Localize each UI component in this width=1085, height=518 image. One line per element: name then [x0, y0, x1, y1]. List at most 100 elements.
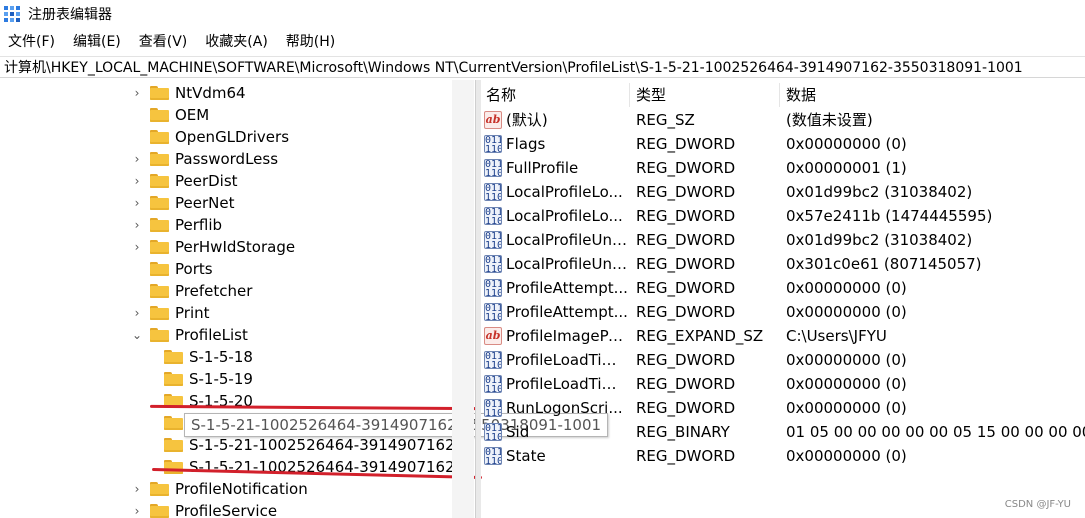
values-list: 名称 类型 数据 ab (默认) REG_SZ (数值未设置) 011 110 Flags…: [480, 80, 1085, 518]
binary-value-icon: 011 110: [484, 447, 502, 465]
value-row[interactable]: 011 110 ProfileLoadTim... REG_DWORD 0x000000…: [480, 348, 1085, 372]
key-tree: › NtVdm64 OEM OpenGLDrivers › PasswordLess…: [0, 80, 475, 518]
menu-file[interactable]: 文件(F): [0, 30, 64, 54]
list-header: 名称 类型 数据: [480, 83, 1085, 107]
tree-node[interactable]: › PeerNet: [130, 192, 235, 214]
expand-chevron-icon: [130, 126, 144, 148]
value-row[interactable]: ab (默认) REG_SZ (数值未设置): [480, 108, 1085, 132]
value-row[interactable]: 011 110 ProfileAttempt... REG_DWORD 0x000000…: [480, 276, 1085, 300]
value-row[interactable]: 011 110 FullProfile REG_DWORD 0x00000001 (1): [480, 156, 1085, 180]
folder-icon: [150, 130, 169, 144]
value-row[interactable]: 011 110 Sid REG_BINARY 01 05 00 00 00 00 00 …: [480, 420, 1085, 444]
binary-value-icon: 011 110: [484, 279, 502, 297]
value-row[interactable]: 011 110 ProfileAttempt... REG_DWORD 0x000000…: [480, 300, 1085, 324]
tree-node[interactable]: › PerHwIdStorage: [130, 236, 296, 258]
tree-node[interactable]: OEM: [130, 104, 209, 126]
column-header-type[interactable]: 类型: [630, 83, 780, 107]
tree-node-label: ProfileList: [175, 326, 248, 344]
tree-node[interactable]: › PasswordLess: [130, 148, 278, 170]
tree-node[interactable]: S-1-5-19: [164, 368, 253, 390]
column-header-name[interactable]: 名称: [480, 83, 630, 107]
menu-view[interactable]: 查看(V): [130, 30, 197, 54]
menu-favorites[interactable]: 收藏夹(A): [196, 30, 277, 54]
tree-node[interactable]: S-1-5-21-1002526464-3914907162-: [164, 434, 460, 456]
expand-chevron-icon[interactable]: ›: [130, 214, 144, 236]
expand-chevron-icon[interactable]: ›: [130, 170, 144, 192]
expand-chevron-icon[interactable]: ›: [130, 82, 144, 104]
expand-chevron-icon[interactable]: ›: [130, 192, 144, 214]
folder-icon: [164, 438, 183, 452]
tree-node-label: PerHwIdStorage: [175, 238, 296, 256]
tree-node[interactable]: Ports: [130, 258, 213, 280]
tree-node[interactable]: OpenGLDrivers: [130, 126, 289, 148]
binary-value-icon: 011 110: [484, 231, 502, 249]
tree-node-label: Ports: [175, 260, 213, 278]
binary-value-icon: 011 110: [484, 207, 502, 225]
folder-icon: [150, 240, 169, 254]
tree-node[interactable]: ⌄ ProfileList: [130, 324, 248, 346]
binary-value-icon: 011 110: [484, 159, 502, 177]
binary-value-icon: 011 110: [484, 399, 502, 417]
watermark: CSDN @JF-YU: [1004, 499, 1071, 510]
value-row[interactable]: 011 110 ProfileLoadTim... REG_DWORD 0x000000…: [480, 372, 1085, 396]
value-row[interactable]: 011 110 RunLogonScri... REG_DWORD 0x00000000…: [480, 396, 1085, 420]
tree-node-label: Prefetcher: [175, 282, 253, 300]
tree-node[interactable]: › ProfileNotification: [130, 478, 308, 500]
expand-chevron-icon[interactable]: ›: [130, 148, 144, 170]
expand-chevron-icon: [130, 104, 144, 126]
menu-bar: 文件(F) 编辑(E) 查看(V) 收藏夹(A) 帮助(H): [0, 30, 1085, 54]
folder-icon: [150, 504, 169, 518]
address-bar[interactable]: 计算机\HKEY_LOCAL_MACHINE\SOFTWARE\Microsof…: [0, 56, 1085, 78]
value-row[interactable]: 011 110 State REG_DWORD 0x00000000 (0): [480, 444, 1085, 468]
tree-node[interactable]: › Perflib: [130, 214, 222, 236]
folder-icon: [164, 416, 183, 430]
tree-node[interactable]: › NtVdm64: [130, 82, 246, 104]
string-value-icon: ab: [484, 327, 502, 345]
value-row[interactable]: 011 110 LocalProfileUnl... REG_DWORD 0x01d99…: [480, 228, 1085, 252]
folder-icon: [150, 86, 169, 100]
tree-node[interactable]: S-1-5-18: [164, 346, 253, 368]
tree-node[interactable]: › Print: [130, 302, 210, 324]
tree-node-label: PeerNet: [175, 194, 235, 212]
value-row[interactable]: 011 110 LocalProfileLo... REG_DWORD 0x01d99b…: [480, 180, 1085, 204]
expand-chevron-icon[interactable]: ›: [130, 478, 144, 500]
tree-scrollbar[interactable]: [452, 80, 474, 518]
value-row[interactable]: ab ProfileImagePa... REG_EXPAND_SZ C:\Users…: [480, 324, 1085, 348]
value-row[interactable]: 011 110 Flags REG_DWORD 0x00000000 (0): [480, 132, 1085, 156]
folder-icon: [164, 460, 183, 474]
tree-node[interactable]: › PeerDist: [130, 170, 238, 192]
expand-chevron-icon[interactable]: ›: [130, 302, 144, 324]
folder-icon: [150, 306, 169, 320]
folder-icon: [150, 284, 169, 298]
tree-node-label: NtVdm64: [175, 84, 246, 102]
collapse-chevron-icon[interactable]: ⌄: [130, 324, 144, 346]
expand-chevron-icon: [130, 280, 144, 302]
value-row[interactable]: 011 110 LocalProfileLo... REG_DWORD 0x57e241…: [480, 204, 1085, 228]
value-row[interactable]: 011 110 LocalProfileUnl... REG_DWORD 0x301c0…: [480, 252, 1085, 276]
folder-icon: [150, 174, 169, 188]
folder-icon: [164, 372, 183, 386]
tree-node[interactable]: S-1-5-20: [164, 390, 253, 412]
folder-icon: [164, 350, 183, 364]
tree-node-label: S-1-5-18: [189, 348, 253, 366]
tree-node[interactable]: › ProfileService: [130, 500, 277, 518]
tree-node-label: S-1-5-19: [189, 370, 253, 388]
tree-node[interactable]: Prefetcher: [130, 280, 252, 302]
window-title: 注册表编辑器: [28, 7, 112, 23]
binary-value-icon: 011 110: [484, 423, 502, 441]
folder-icon: [150, 108, 169, 122]
menu-edit[interactable]: 编辑(E): [64, 30, 130, 54]
binary-value-icon: 011 110: [484, 255, 502, 273]
binary-value-icon: 011 110: [484, 375, 502, 393]
expand-chevron-icon[interactable]: ›: [130, 236, 144, 258]
menu-help[interactable]: 帮助(H): [277, 30, 344, 54]
expand-chevron-icon[interactable]: ›: [130, 500, 144, 518]
folder-icon: [150, 262, 169, 276]
column-header-data[interactable]: 数据: [780, 83, 1085, 107]
folder-icon: [150, 482, 169, 496]
binary-value-icon: 011 110: [484, 303, 502, 321]
string-value-icon: ab: [484, 111, 502, 129]
tree-node-label: S-1-5-21-1002526464-3914907162-: [189, 436, 461, 454]
binary-value-icon: 011 110: [484, 135, 502, 153]
tree-node-label: PasswordLess: [175, 150, 279, 168]
